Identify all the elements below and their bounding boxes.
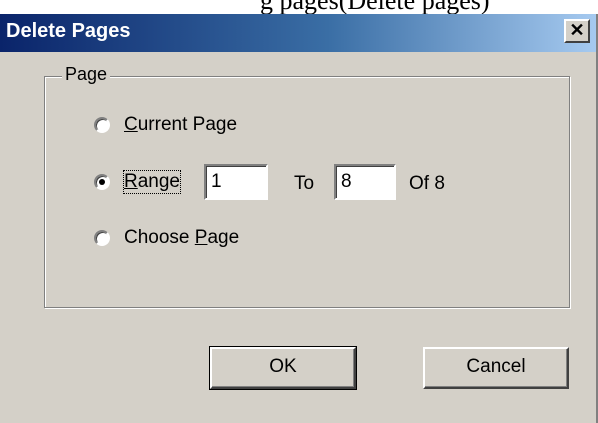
range-to-field[interactable]: 8: [334, 164, 396, 200]
current-page-label: Current Page: [124, 114, 238, 135]
window-title: Delete Pages: [6, 20, 131, 42]
choose-page-radio[interactable]: [94, 230, 110, 246]
range-radio[interactable]: [94, 174, 110, 190]
current-page-radio-option[interactable]: Current Page: [94, 112, 237, 138]
choose-page-label: Choose Page: [124, 227, 240, 248]
ok-button[interactable]: OK: [209, 346, 357, 390]
range-to-label: To: [294, 173, 315, 194]
close-icon: ✕: [569, 20, 585, 40]
range-from-field[interactable]: 1: [204, 164, 268, 200]
title-bar[interactable]: Delete Pages ✕: [0, 14, 596, 52]
page-group-label: Page: [62, 63, 111, 85]
range-total-label: Of 8: [409, 173, 445, 194]
range-radio-option[interactable]: Range: [94, 169, 182, 195]
choose-page-radio-option[interactable]: Choose Page: [94, 225, 239, 251]
close-button[interactable]: ✕: [564, 19, 590, 43]
cancel-button[interactable]: Cancel: [423, 347, 569, 389]
range-label: Range: [122, 170, 182, 194]
current-page-radio[interactable]: [94, 117, 110, 133]
